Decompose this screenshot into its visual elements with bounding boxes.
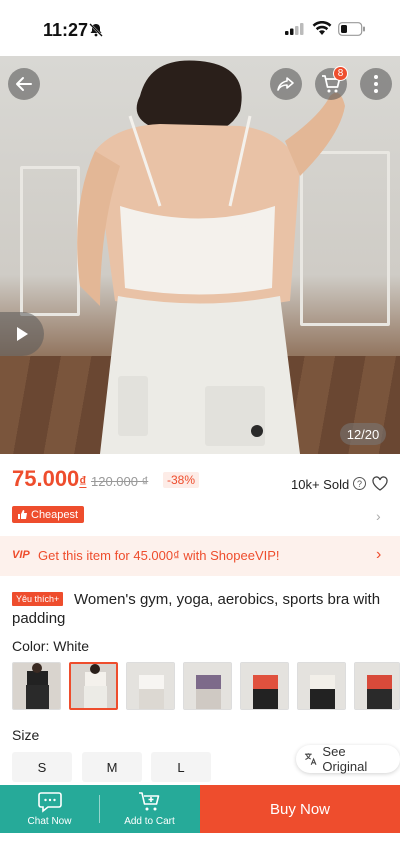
favorite-badge: Yêu thích+	[12, 592, 64, 606]
color-swatch[interactable]	[354, 662, 400, 710]
product-title: Women's gym, yoga, aerobics, sports bra …	[12, 591, 381, 627]
sold-count: 10k+ Sold	[291, 477, 350, 492]
share-icon	[277, 77, 294, 91]
help-icon[interactable]: ?	[353, 477, 366, 490]
chevron-right-icon[interactable]: ›	[376, 546, 381, 564]
color-swatch[interactable]	[12, 662, 61, 710]
color-swatch[interactable]	[297, 662, 346, 710]
bottom-action-bar: Chat Now Add to Cart Buy Now	[0, 785, 400, 833]
wifi-icon	[312, 21, 332, 35]
price-currency: ₫	[79, 473, 87, 489]
size-option-m[interactable]: M	[82, 752, 142, 782]
play-icon	[17, 327, 28, 341]
more-icon	[374, 75, 378, 93]
status-bar: 11:27	[0, 0, 400, 56]
thumb-up-icon	[18, 510, 27, 519]
original-price: 120.000 ₫	[91, 474, 149, 489]
see-original-button[interactable]: See Original	[296, 744, 400, 774]
silent-bell-icon	[89, 23, 103, 37]
back-icon	[16, 77, 32, 91]
cart-count-badge: 8	[333, 66, 348, 81]
cheapest-label: Cheapest	[31, 508, 79, 521]
size-option-s[interactable]: S	[12, 752, 72, 782]
translate-icon	[304, 753, 317, 765]
color-label: Color: White	[12, 638, 90, 654]
product-image[interactable]	[0, 56, 400, 454]
home-indicator-area	[0, 833, 400, 868]
image-counter: 12/20	[340, 423, 386, 445]
battery-icon	[338, 22, 365, 36]
chevron-right-icon[interactable]: ›	[376, 508, 381, 524]
color-swatch[interactable]	[183, 662, 232, 710]
model-figure	[77, 60, 345, 454]
vip-text: Get this item for 45.000₫ with ShopeeVIP…	[38, 548, 280, 563]
vip-icon: VIP	[12, 549, 30, 561]
add-cart-icon	[138, 792, 159, 811]
see-original-label: See Original	[322, 744, 368, 774]
chat-now-button[interactable]: Chat Now	[0, 785, 99, 833]
heart-icon[interactable]	[372, 476, 388, 491]
signal-icon	[285, 23, 304, 35]
color-swatch-selected[interactable]	[69, 662, 118, 710]
more-button[interactable]	[360, 68, 392, 100]
color-swatch[interactable]	[126, 662, 175, 710]
share-button[interactable]	[270, 68, 302, 100]
status-time: 11:27	[43, 20, 89, 40]
color-swatch[interactable]	[240, 662, 289, 710]
play-video-button[interactable]	[0, 312, 44, 356]
cheapest-badge[interactable]: Cheapest	[12, 506, 85, 523]
back-button[interactable]	[8, 68, 40, 100]
current-price: 75.000₫	[12, 466, 86, 492]
price-value: 75.000	[12, 466, 80, 491]
chat-now-label: Chat Now	[27, 816, 72, 827]
add-to-cart-label: Add to Cart	[124, 816, 175, 827]
chat-icon	[37, 792, 62, 813]
size-option-l[interactable]: L	[151, 752, 211, 782]
size-label: Size	[12, 727, 40, 743]
add-to-cart-button[interactable]: Add to Cart	[100, 785, 199, 833]
discount-badge: -38%	[163, 472, 200, 488]
buy-now-button[interactable]: Buy Now	[200, 785, 400, 833]
